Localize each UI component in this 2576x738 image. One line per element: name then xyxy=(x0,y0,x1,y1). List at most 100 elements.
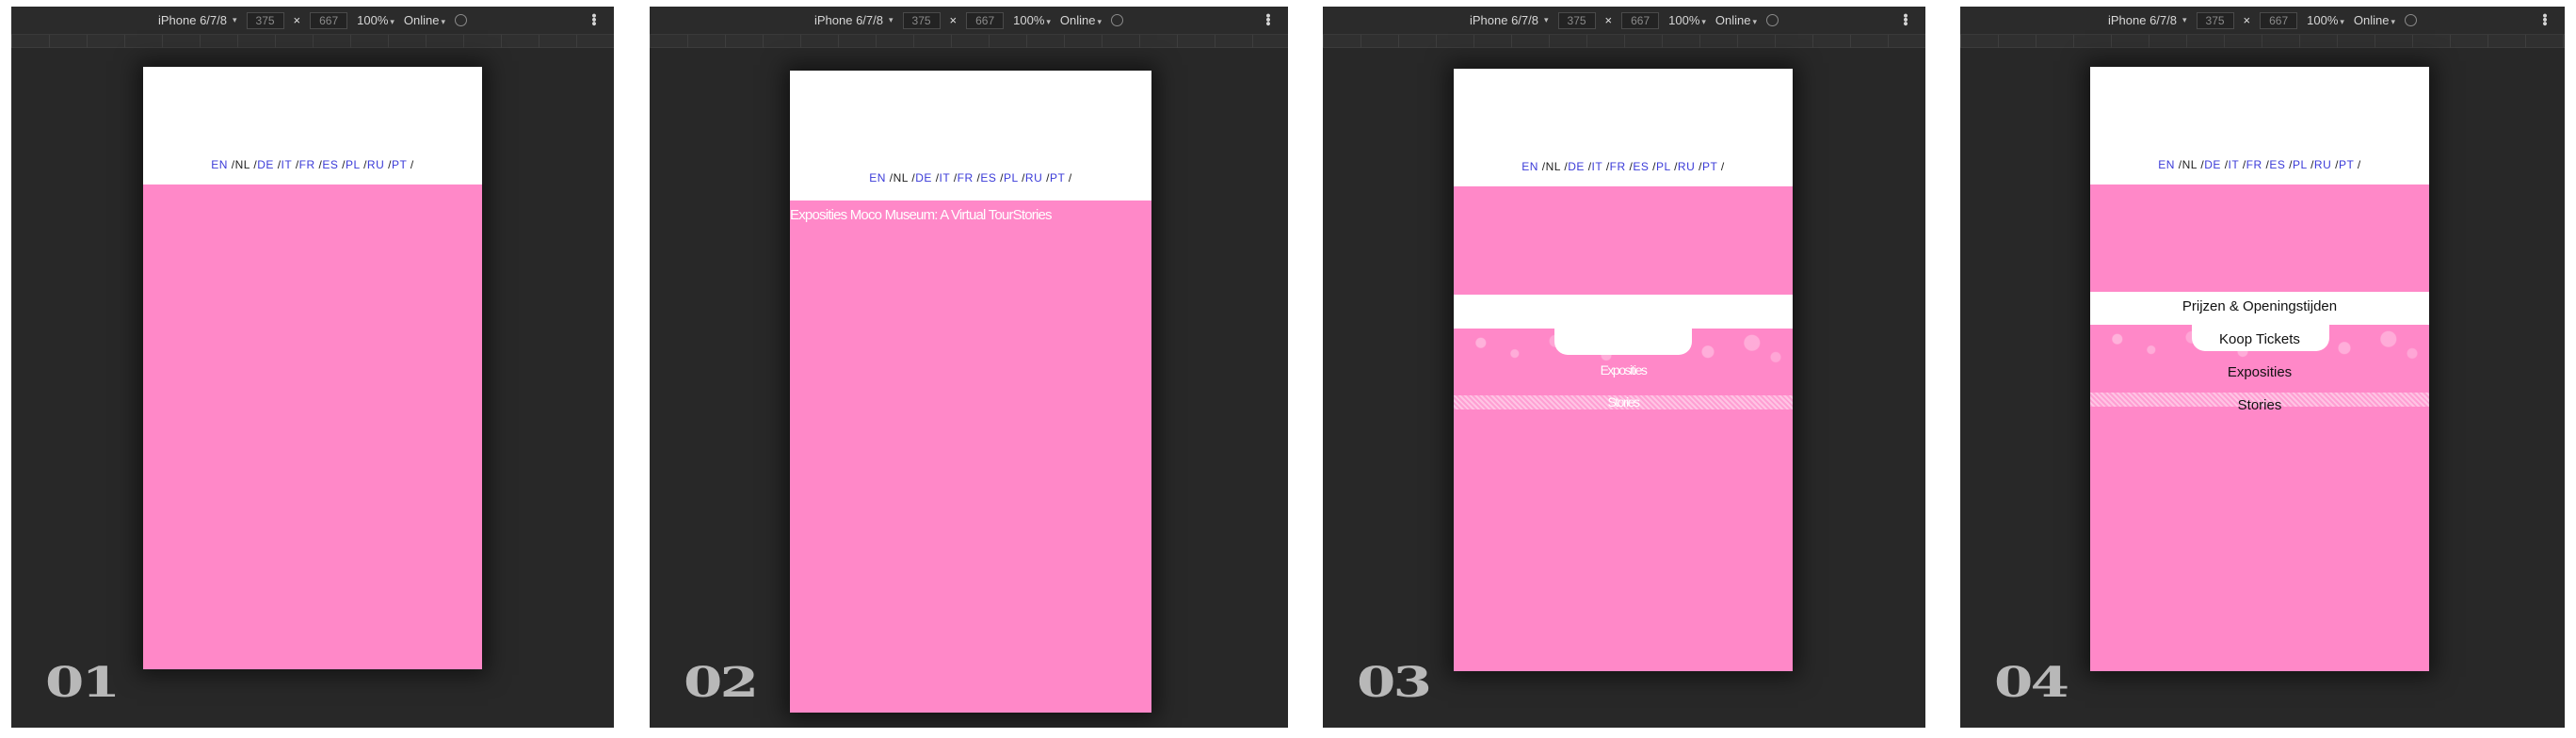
lang-link-de[interactable]: DE xyxy=(257,158,274,171)
devtools-panel-1: iPhone 6/7/8 ▾ 375 × 667 100% ▾ Online ▾ ••… xyxy=(11,7,614,728)
zoom-label: 100% xyxy=(357,13,389,27)
lang-link-it[interactable]: IT xyxy=(940,171,950,184)
network-label: Online xyxy=(1715,13,1751,27)
more-vertical-icon[interactable]: ••• xyxy=(1897,13,1913,25)
lang-link-es[interactable]: ES xyxy=(322,158,338,171)
lang-link-pt[interactable]: PT xyxy=(392,158,407,171)
lang-link-fr[interactable]: FR xyxy=(299,158,315,171)
width-input[interactable]: 375 xyxy=(2196,11,2234,29)
menu-item-exposities[interactable]: Exposities xyxy=(1454,362,1793,377)
rotate-icon[interactable] xyxy=(1111,14,1124,26)
lang-link-fr[interactable]: FR xyxy=(2246,158,2262,171)
lang-link-it[interactable]: IT xyxy=(2229,158,2239,171)
lang-link-es[interactable]: ES xyxy=(1633,160,1649,173)
lang-link-pl[interactable]: PL xyxy=(1004,171,1018,184)
lang-link-pt[interactable]: PT xyxy=(1050,171,1065,184)
device-select[interactable]: iPhone 6/7/8 ▾ xyxy=(1470,13,1549,27)
chevron-down-icon: ▾ xyxy=(2391,17,2396,26)
zoom-select[interactable]: 100% ▾ xyxy=(2307,13,2344,27)
lang-link-en[interactable]: EN xyxy=(2158,158,2175,171)
lang-link-de[interactable]: DE xyxy=(2204,158,2221,171)
lang-link-it[interactable]: IT xyxy=(282,158,292,171)
lang-link-nl[interactable]: NL xyxy=(235,158,250,171)
zoom-label: 100% xyxy=(1668,13,1700,27)
device-toolbar: iPhone 6/7/8 ▾ 375 × 667 100% ▾ Online ▾ xyxy=(1960,7,2565,35)
device-label: iPhone 6/7/8 xyxy=(157,13,227,27)
network-label: Online xyxy=(403,13,440,27)
lang-link-de[interactable]: DE xyxy=(915,171,932,184)
device-toolbar: iPhone 6/7/8 ▾ 375 × 667 100% ▾ Online ▾ xyxy=(11,7,614,35)
lang-link-pl[interactable]: PL xyxy=(1656,160,1670,173)
step-number: 04 xyxy=(1994,659,2069,707)
network-label: Online xyxy=(1059,13,1096,27)
lang-link-ru[interactable]: RU xyxy=(1025,171,1042,184)
zoom-select[interactable]: 100% ▾ xyxy=(1668,13,1706,27)
network-select[interactable]: Online ▾ xyxy=(1715,13,1757,27)
lang-link-en[interactable]: EN xyxy=(1521,160,1538,173)
network-select[interactable]: Online ▾ xyxy=(1060,13,1102,27)
lang-link-nl[interactable]: NL xyxy=(894,171,909,184)
lang-link-pl[interactable]: PL xyxy=(346,158,360,171)
lang-link-es[interactable]: ES xyxy=(980,171,996,184)
ruler xyxy=(1960,35,2565,48)
more-vertical-icon[interactable]: ••• xyxy=(586,13,602,25)
zoom-select[interactable]: 100% ▾ xyxy=(1013,13,1051,27)
lang-link-fr[interactable]: FR xyxy=(1610,160,1626,173)
lang-link-ru[interactable]: RU xyxy=(2314,158,2331,171)
menu-item-stories[interactable]: Stories xyxy=(2090,397,2429,413)
lang-link-de[interactable]: DE xyxy=(1568,160,1585,173)
menu-item-koop-tickets[interactable]: Koop Tickets xyxy=(2090,331,2429,347)
device-select[interactable]: iPhone 6/7/8 ▾ xyxy=(2108,13,2187,27)
lang-link-ru[interactable]: RU xyxy=(1678,160,1695,173)
mobile-viewport: EN /NL /DE /IT /FR /ES /PL /RU /PT / Exp… xyxy=(1454,69,1793,671)
chevron-down-icon: ▾ xyxy=(2340,17,2344,26)
lang-link-es[interactable]: ES xyxy=(2269,158,2285,171)
lang-link-pt[interactable]: PT xyxy=(2339,158,2354,171)
lang-link-nl[interactable]: NL xyxy=(1546,160,1561,173)
width-input[interactable]: 375 xyxy=(246,11,284,29)
lang-link-ru[interactable]: RU xyxy=(367,158,384,171)
lang-link-nl[interactable]: NL xyxy=(2182,158,2198,171)
zoom-label: 100% xyxy=(1013,13,1045,27)
mobile-viewport: EN /NL /DE /IT /FR /ES /PL /RU /PT / Pri… xyxy=(2090,67,2429,671)
rotate-icon[interactable] xyxy=(1766,14,1779,26)
network-select[interactable]: Online ▾ xyxy=(404,13,445,27)
menu-item-prijzen[interactable]: Prijzen & Openingstijden xyxy=(2090,298,2429,314)
lang-link-en[interactable]: EN xyxy=(211,158,228,171)
chevron-down-icon: ▾ xyxy=(1701,17,1706,26)
height-input[interactable]: 667 xyxy=(2260,11,2298,29)
chevron-down-icon: ▾ xyxy=(1097,17,1103,26)
times-label: × xyxy=(949,13,958,27)
height-input[interactable]: 667 xyxy=(310,11,348,29)
height-input[interactable]: 667 xyxy=(1621,11,1660,29)
lang-link-fr[interactable]: FR xyxy=(958,171,974,184)
more-vertical-icon[interactable]: ••• xyxy=(1260,13,1276,25)
overlapping-menu-text-1[interactable]: Koop Tickets Online Korting xyxy=(790,193,944,201)
chevron-down-icon: ▾ xyxy=(390,17,394,26)
lang-link-pl[interactable]: PL xyxy=(2293,158,2307,171)
overlapping-menu-text-2[interactable]: Exposities Moco Museum: A Virtual TourSt… xyxy=(790,207,1053,223)
device-label: iPhone 6/7/8 xyxy=(2107,13,2177,27)
lang-link-en[interactable]: EN xyxy=(869,171,886,184)
rotate-icon[interactable] xyxy=(2405,14,2418,26)
mobile-viewport: EN /NL /DE /IT /FR /ES /PL /RU /PT / Koo… xyxy=(790,71,1151,713)
chevron-down-icon: ▾ xyxy=(1046,17,1051,26)
device-label: iPhone 6/7/8 xyxy=(1469,13,1538,27)
zoom-select[interactable]: 100% ▾ xyxy=(357,13,394,27)
height-input[interactable]: 667 xyxy=(966,11,1005,29)
lang-link-pt[interactable]: PT xyxy=(1702,160,1717,173)
language-bar: EN /NL /DE /IT /FR /ES /PL /RU /PT / xyxy=(2158,158,2361,171)
more-vertical-icon[interactable]: ••• xyxy=(2536,13,2552,25)
network-select[interactable]: Online ▾ xyxy=(2354,13,2395,27)
step-number: 03 xyxy=(1357,659,1432,707)
device-select[interactable]: iPhone 6/7/8 ▾ xyxy=(814,13,894,27)
device-select[interactable]: iPhone 6/7/8 ▾ xyxy=(158,13,237,27)
menu-item-exposities[interactable]: Exposities xyxy=(2090,364,2429,380)
rotate-icon[interactable] xyxy=(455,14,468,26)
lang-link-it[interactable]: IT xyxy=(1592,160,1602,173)
width-input[interactable]: 375 xyxy=(902,11,941,29)
menu-item-stories[interactable]: Stories xyxy=(1454,394,1793,409)
devtools-panel-3: iPhone 6/7/8 ▾ 375 × 667 100% ▾ Online ▾ ••… xyxy=(1323,7,1925,728)
device-toolbar: iPhone 6/7/8 ▾ 375 × 667 100% ▾ Online ▾ xyxy=(1323,7,1925,35)
width-input[interactable]: 375 xyxy=(1557,11,1596,29)
